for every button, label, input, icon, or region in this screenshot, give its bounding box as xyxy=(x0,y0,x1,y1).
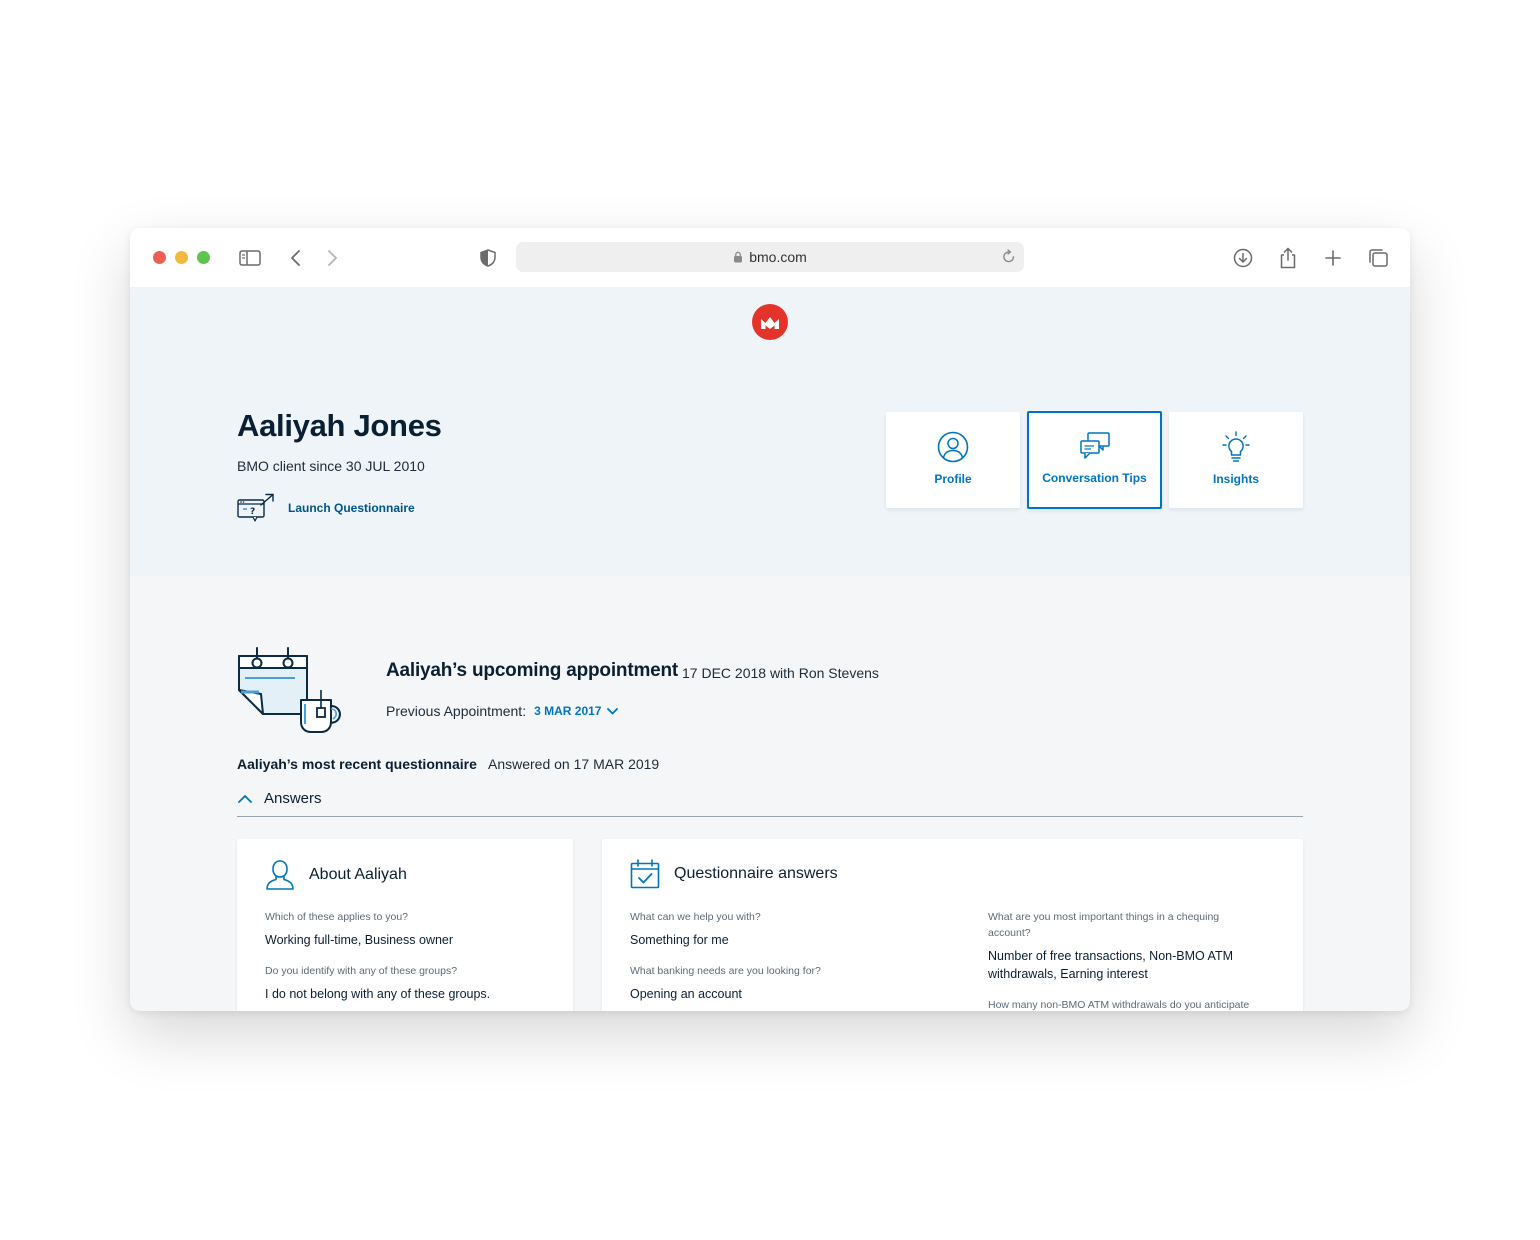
lock-icon xyxy=(733,251,743,263)
minimize-window-button[interactable] xyxy=(175,251,188,264)
recent-questionnaire-title: Aaliyah’s most recent questionnaire xyxy=(237,756,477,772)
answer-item: What can we help you with? Something for… xyxy=(630,909,950,949)
launch-questionnaire-link[interactable]: ? Launch Questionnaire xyxy=(237,493,415,523)
maximize-window-button[interactable] xyxy=(197,251,210,264)
upcoming-appointment-detail: 17 DEC 2018 with Ron Stevens xyxy=(682,665,879,681)
reload-icon[interactable] xyxy=(1002,249,1016,267)
client-header: Aaliyah Jones BMO client since 30 JUL 20… xyxy=(130,287,1410,576)
sidebar-toggle-icon[interactable] xyxy=(238,246,262,270)
answer-question: What banking needs are you looking for? xyxy=(630,965,821,977)
chevron-down-icon xyxy=(607,707,619,714)
profile-card-button[interactable]: Profile xyxy=(886,412,1020,508)
questionnaire-answers-header: Questionnaire answers xyxy=(630,859,838,889)
conversation-tips-card-button[interactable]: Conversation Tips xyxy=(1027,411,1162,509)
about-question: Which of these applies to you? xyxy=(265,911,409,923)
answer-value: Something for me xyxy=(630,933,729,947)
about-client-panel: About Aaliyah Which of these applies to … xyxy=(237,839,573,1011)
address-bar[interactable]: bmo.com xyxy=(516,242,1024,272)
close-window-button[interactable] xyxy=(153,251,166,264)
new-tab-icon[interactable] xyxy=(1321,246,1345,270)
questionnaire-launch-icon: ? xyxy=(237,493,274,522)
url-text: bmo.com xyxy=(749,249,807,265)
browser-toolbar: bmo.com xyxy=(130,228,1410,288)
answer-value: Number of free transactions, Non-BMO ATM… xyxy=(988,949,1233,981)
tab-overview-icon[interactable] xyxy=(1366,246,1390,270)
chevron-up-icon xyxy=(238,795,252,803)
client-since: BMO client since 30 JUL 2010 xyxy=(237,458,425,474)
answer-question: What are you most important things in a … xyxy=(988,911,1220,939)
about-item: Which of these applies to you? Working f… xyxy=(265,909,555,949)
about-item: Do you identify with any of these groups… xyxy=(265,963,555,1003)
previous-appointment-dropdown[interactable]: 3 MAR 2017 xyxy=(534,704,619,718)
about-answer: Working full-time, Business owner xyxy=(265,933,454,947)
insights-card-button[interactable]: Insights xyxy=(1169,412,1303,508)
forward-icon[interactable] xyxy=(320,246,344,270)
upcoming-appointment-title: Aaliyah’s upcoming appointment xyxy=(386,660,679,681)
back-icon[interactable] xyxy=(284,246,308,270)
previous-appointment-value: 3 MAR 2017 xyxy=(534,704,602,718)
svg-text:?: ? xyxy=(250,507,255,517)
bmo-roundel-icon xyxy=(761,317,779,329)
about-client-title: About Aaliyah xyxy=(309,866,407,883)
user-circle-icon xyxy=(937,430,969,464)
previous-appointment-label: Previous Appointment: xyxy=(386,703,527,719)
calendar-coffee-icon xyxy=(235,646,347,739)
answer-item: How many non-BMO ATM withdrawals do you … xyxy=(988,997,1288,1011)
previous-appointment: Previous Appointment: 3 MAR 2017 xyxy=(386,703,619,719)
chat-bubbles-icon xyxy=(1079,429,1111,463)
about-question: Do you identify with any of these groups… xyxy=(265,965,458,977)
answer-question: How many non-BMO ATM withdrawals do you … xyxy=(988,999,1250,1011)
share-icon[interactable] xyxy=(1276,246,1300,270)
insights-card-label: Insights xyxy=(1212,472,1259,486)
lightbulb-icon xyxy=(1222,430,1250,464)
section-divider xyxy=(237,816,1303,817)
questionnaire-answers-panel: Questionnaire answers What can we help y… xyxy=(602,839,1303,1011)
browser-window: bmo.com Aaliyah Jones BMO client since 3… xyxy=(130,228,1410,1011)
answers-toggle[interactable]: Answers xyxy=(238,790,322,807)
privacy-shield-icon[interactable] xyxy=(476,246,500,270)
questionnaire-answers-title: Questionnaire answers xyxy=(674,865,838,882)
client-name: Aaliyah Jones xyxy=(237,408,442,443)
answer-item: What banking needs are you looking for? … xyxy=(630,963,950,1003)
answer-value: Opening an account xyxy=(630,987,742,1001)
person-icon xyxy=(266,860,294,890)
profile-card-label: Profile xyxy=(934,472,972,486)
about-answer: I do not belong with any of these groups… xyxy=(265,987,491,1001)
calendar-check-icon xyxy=(630,859,660,889)
launch-questionnaire-label: Launch Questionnaire xyxy=(288,501,415,515)
about-client-header: About Aaliyah xyxy=(265,859,407,891)
bmo-logo[interactable] xyxy=(752,304,788,340)
answer-item: What are you most important things in a … xyxy=(988,909,1258,983)
downloads-icon[interactable] xyxy=(1231,246,1255,270)
recent-questionnaire-date: Answered on 17 MAR 2019 xyxy=(488,756,660,772)
conversation-tips-card-label: Conversation Tips xyxy=(1042,471,1147,485)
answer-question: What can we help you with? xyxy=(630,911,761,923)
answers-toggle-label: Answers xyxy=(264,790,322,807)
